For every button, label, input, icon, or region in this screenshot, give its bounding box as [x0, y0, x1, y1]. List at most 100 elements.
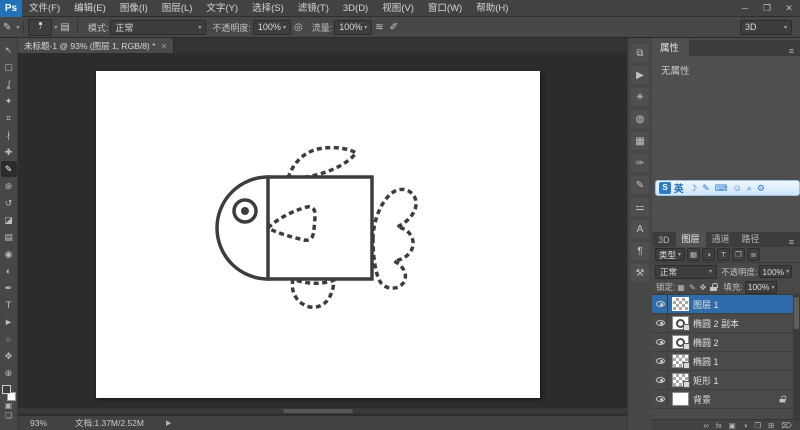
canvas-pasteboard[interactable] — [18, 53, 627, 415]
restore-button[interactable]: ❐ — [756, 0, 778, 17]
info-panel-icon[interactable]: ⧉ — [631, 44, 649, 62]
layer-name[interactable]: 矩形 1 — [693, 374, 719, 387]
layer-thumbnail[interactable] — [672, 335, 690, 350]
zoom-tool[interactable]: ⊕ — [1, 365, 17, 381]
layer-row[interactable]: 图层 1 — [652, 295, 800, 314]
move-tool[interactable]: ↖ — [1, 42, 17, 58]
history-brush-tool[interactable]: ↺ — [1, 195, 17, 211]
layer-row[interactable]: 椭圆 1 — [652, 352, 800, 371]
tablet-pressure-icon[interactable]: ◎ — [291, 22, 306, 33]
filter-shape-icon[interactable]: ❒ — [732, 248, 746, 261]
visibility-toggle[interactable] — [654, 371, 668, 389]
menu-window[interactable]: 窗口(W) — [421, 0, 469, 17]
lasso-tool[interactable]: ʆ — [1, 76, 17, 92]
paragraph-panel-icon[interactable]: ¶ — [631, 242, 649, 260]
crop-tool[interactable]: ⌗ — [1, 110, 17, 126]
canvas[interactable] — [96, 71, 540, 398]
menu-view[interactable]: 视图(V) — [375, 0, 421, 17]
gradient-tool[interactable]: ▤ — [1, 229, 17, 245]
layer-thumbnail[interactable] — [672, 354, 690, 369]
lock-all-icon[interactable] — [710, 283, 718, 291]
character-panel-icon[interactable]: A — [631, 220, 649, 238]
horizontal-scrollbar[interactable] — [18, 408, 627, 414]
layer-thumbnail[interactable] — [672, 392, 689, 406]
lock-transparency-icon[interactable]: ▦ — [677, 283, 685, 292]
clone-source-panel-icon[interactable]: ⚍ — [631, 198, 649, 216]
close-document-icon[interactable]: × — [161, 41, 166, 51]
panel-menu-icon[interactable]: ≡ — [783, 46, 800, 56]
shape-tool[interactable]: ○ — [1, 331, 17, 347]
visibility-toggle[interactable] — [654, 352, 668, 370]
visibility-toggle[interactable] — [654, 314, 668, 332]
new-group-icon[interactable]: ❒ — [754, 420, 761, 430]
marquee-tool[interactable]: ▢ — [1, 59, 17, 75]
airbrush-icon[interactable]: ≋ — [372, 22, 386, 33]
layer-fill-input[interactable]: 100% ▾ — [744, 280, 778, 294]
layer-name[interactable]: 椭圆 1 — [693, 355, 719, 368]
delete-layer-icon[interactable]: ⌦ — [781, 420, 792, 430]
brush-tool[interactable]: ✎ — [0, 161, 17, 177]
ime-settings-icon[interactable]: ⚙ — [757, 183, 765, 194]
tool-presets-panel-icon[interactable]: ⚒ — [631, 264, 649, 282]
brush-panel-icon[interactable]: ✎ — [631, 176, 649, 194]
chevron-down-icon[interactable]: ▾ — [16, 24, 19, 31]
visibility-toggle[interactable] — [654, 295, 668, 313]
layer-row-background[interactable]: 背景 — [652, 390, 800, 409]
filter-kind-select[interactable]: 类型 ▾ — [655, 248, 686, 261]
layer-row[interactable]: 椭圆 2 — [652, 333, 800, 352]
layer-thumbnail[interactable] — [672, 373, 690, 388]
tab-paths[interactable]: 路径 — [736, 230, 766, 247]
dodge-tool[interactable]: ◐ — [1, 263, 17, 279]
ime-language-toggle[interactable]: 英 — [674, 181, 684, 195]
link-layers-icon[interactable]: ∞ — [704, 420, 709, 430]
document-tab[interactable]: 未标题-1 @ 93% (图层 1, RGB/8) * × — [18, 38, 174, 53]
eraser-tool[interactable]: ◪ — [1, 212, 17, 228]
visibility-toggle[interactable] — [654, 333, 668, 351]
ime-pen-icon[interactable]: ✎ — [702, 183, 710, 194]
path-selection-tool[interactable]: ► — [1, 314, 17, 330]
scrollbar-thumb[interactable] — [794, 297, 799, 329]
lock-position-icon[interactable]: ✥ — [700, 283, 707, 292]
tab-layers[interactable]: 图层 — [675, 230, 706, 247]
screen-mode-button[interactable]: ❏ — [2, 411, 16, 421]
scrollbar-thumb[interactable] — [283, 409, 353, 413]
blur-tool[interactable]: ◉ — [1, 246, 17, 262]
status-menu-arrow-icon[interactable]: ▶ — [166, 419, 171, 427]
layer-thumbnail[interactable] — [672, 297, 689, 311]
tab-channels[interactable]: 通道 — [706, 230, 736, 247]
toggle-brush-panel-icon[interactable]: ▤ — [57, 22, 72, 33]
pen-tool[interactable]: ✒ — [1, 280, 17, 296]
pen-pressure-icon[interactable]: ✐ — [387, 22, 401, 33]
menu-image[interactable]: 图像(I) — [113, 0, 155, 17]
zoom-level-field[interactable]: 93% — [30, 418, 47, 428]
layer-row[interactable]: 椭圆 2 副本 — [652, 314, 800, 333]
filter-type-icon[interactable]: T — [717, 248, 731, 261]
menu-3d[interactable]: 3D(D) — [336, 0, 375, 17]
adjustments-panel-icon[interactable]: ☀ — [631, 88, 649, 106]
panel-menu-icon[interactable]: ≡ — [783, 237, 800, 247]
blend-mode-select[interactable]: 正常 ▾ — [110, 19, 207, 35]
layers-scrollbar[interactable] — [793, 295, 800, 419]
channels-panel-icon[interactable]: ▦ — [631, 132, 649, 150]
quick-mask-button[interactable]: ▣ — [2, 401, 16, 411]
layer-opacity-input[interactable]: 100% ▾ — [759, 265, 793, 278]
ime-skin-icon[interactable]: ☺ — [733, 183, 742, 193]
flow-input[interactable]: 100% ▾ — [334, 19, 373, 35]
new-layer-icon[interactable]: ⊞ — [768, 420, 774, 430]
color-swatches[interactable] — [1, 385, 16, 401]
adjustment-layer-icon[interactable]: ◑ — [743, 420, 748, 430]
add-mask-icon[interactable]: ▣ — [729, 420, 736, 430]
menu-type[interactable]: 文字(Y) — [199, 0, 245, 17]
ime-search-icon[interactable]: ⌕ — [747, 183, 752, 194]
ime-handwriting-icon[interactable]: ☽ — [689, 183, 697, 194]
filter-adjustment-icon[interactable]: ◑ — [702, 248, 716, 261]
type-tool[interactable]: T — [1, 297, 17, 313]
ime-keyboard-icon[interactable]: ⌨ — [715, 183, 728, 194]
styles-panel-icon[interactable]: ◍ — [631, 110, 649, 128]
tab-properties[interactable]: 属性 — [652, 38, 690, 56]
ime-toolbar[interactable]: S 英 ☽ ✎ ⌨ ☺ ⌕ ⚙ — [655, 180, 800, 196]
minimize-button[interactable]: ─ — [734, 0, 756, 17]
brush-tool-icon[interactable]: ✎ — [0, 22, 14, 33]
menu-edit[interactable]: 编辑(E) — [67, 0, 113, 17]
menu-file[interactable]: 文件(F) — [22, 0, 67, 17]
